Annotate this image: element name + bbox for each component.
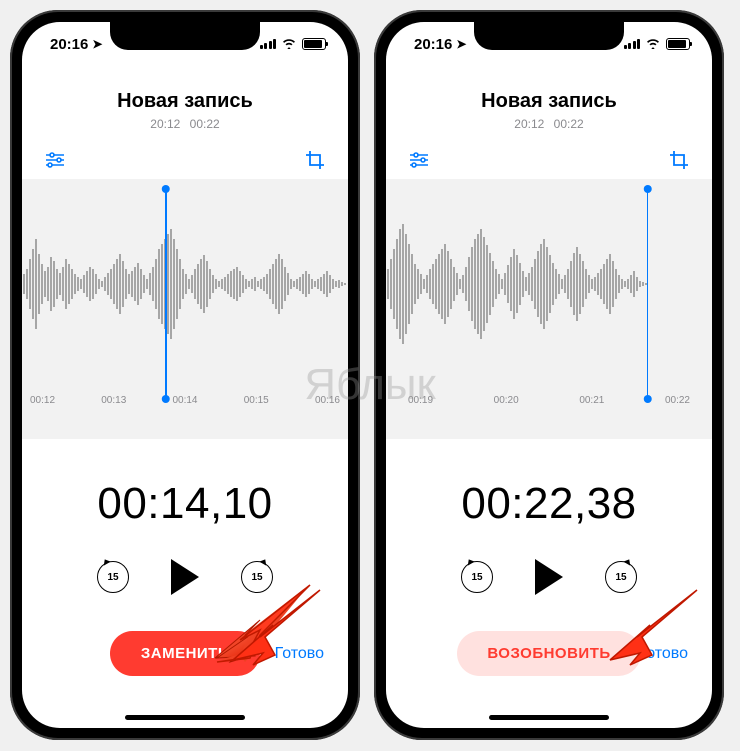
- waveform-area[interactable]: 00:19 00:20 00:21 00:22: [386, 179, 712, 439]
- play-button[interactable]: [171, 559, 199, 595]
- location-icon: ➤: [456, 37, 466, 51]
- waveform: [22, 179, 348, 389]
- current-time: 00:22,38: [386, 479, 712, 529]
- footer: ВОЗОБНОВИТЬ Готово: [386, 631, 712, 676]
- battery-icon: [666, 38, 690, 50]
- cellular-icon: [260, 39, 277, 49]
- settings-icon[interactable]: [44, 149, 66, 171]
- cellular-icon: [624, 39, 641, 49]
- playhead-handle-top[interactable]: [162, 185, 170, 193]
- done-button[interactable]: Готово: [639, 645, 688, 663]
- home-indicator[interactable]: [489, 715, 609, 720]
- toolbar: [386, 137, 712, 179]
- skip-back-button[interactable]: 15: [461, 561, 493, 593]
- time-ruler: 00:12 00:13 00:14 00:15 00:16: [22, 395, 348, 406]
- crop-icon[interactable]: [668, 149, 690, 171]
- location-icon: ➤: [92, 37, 102, 51]
- toolbar: [22, 137, 348, 179]
- notch: [110, 22, 260, 50]
- recording-title: Новая запись: [386, 90, 712, 113]
- playhead[interactable]: [165, 189, 167, 399]
- playhead-handle-bottom[interactable]: [644, 395, 652, 403]
- crop-icon[interactable]: [304, 149, 326, 171]
- current-time: 00:14,10: [22, 479, 348, 529]
- recording-title: Новая запись: [22, 90, 348, 113]
- done-button[interactable]: Готово: [275, 645, 324, 663]
- phone-right: 20:16 ➤ Новая запись 20:12 00:22: [374, 10, 724, 740]
- screen: 20:16 ➤ Новая запись 20:12 00:22: [22, 22, 348, 728]
- battery-icon: [302, 38, 326, 50]
- status-time: 20:16: [414, 36, 452, 53]
- time-ruler: 00:19 00:20 00:21 00:22: [386, 395, 712, 406]
- recording-header: Новая запись 20:12 00:22: [386, 66, 712, 137]
- footer: ЗАМЕНИТЬ Готово: [22, 631, 348, 676]
- playback-controls: 15 15: [386, 559, 712, 595]
- wifi-icon: [645, 36, 661, 52]
- status-time: 20:16: [50, 36, 88, 53]
- settings-icon[interactable]: [408, 149, 430, 171]
- phone-left: 20:16 ➤ Новая запись 20:12 00:22: [10, 10, 360, 740]
- recording-meta: 20:12 00:22: [386, 117, 712, 131]
- waveform-area[interactable]: 00:12 00:13 00:14 00:15 00:16: [22, 179, 348, 439]
- replace-button[interactable]: ЗАМЕНИТЬ: [110, 631, 260, 676]
- skip-forward-button[interactable]: 15: [605, 561, 637, 593]
- playhead-handle-bottom[interactable]: [162, 395, 170, 403]
- recording-meta: 20:12 00:22: [22, 117, 348, 131]
- notch: [474, 22, 624, 50]
- screen: 20:16 ➤ Новая запись 20:12 00:22: [386, 22, 712, 728]
- waveform: [386, 179, 712, 389]
- skip-forward-button[interactable]: 15: [241, 561, 273, 593]
- play-button[interactable]: [535, 559, 563, 595]
- home-indicator[interactable]: [125, 715, 245, 720]
- playback-controls: 15 15: [22, 559, 348, 595]
- playhead-handle-top[interactable]: [644, 185, 652, 193]
- wifi-icon: [281, 36, 297, 52]
- resume-button[interactable]: ВОЗОБНОВИТЬ: [457, 631, 640, 676]
- skip-back-button[interactable]: 15: [97, 561, 129, 593]
- recording-header: Новая запись 20:12 00:22: [22, 66, 348, 137]
- playhead[interactable]: [647, 189, 649, 399]
